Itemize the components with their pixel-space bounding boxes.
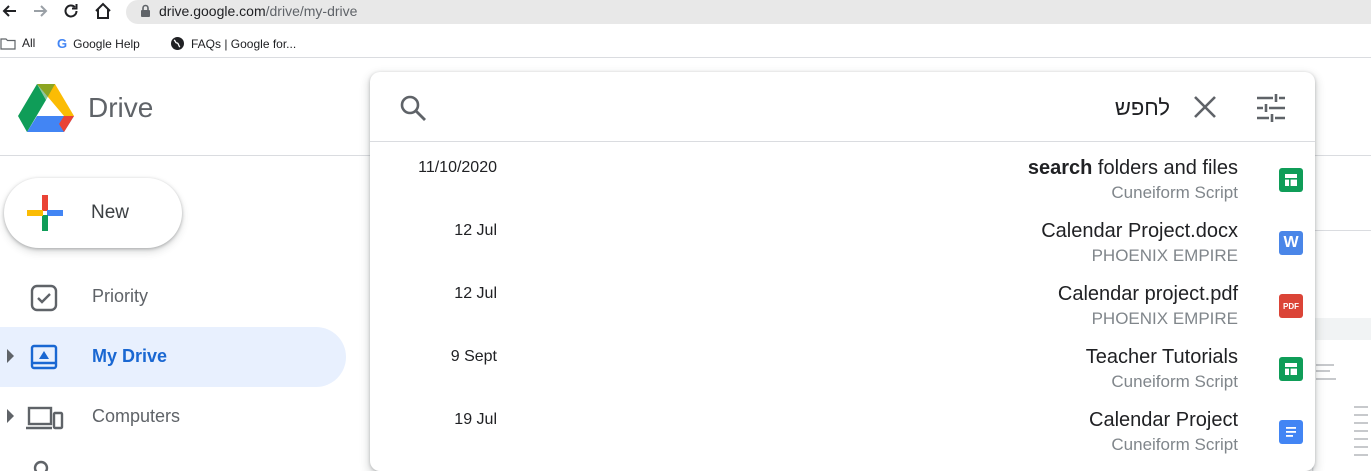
result-title: Calendar Project bbox=[1089, 409, 1238, 432]
search-result-row[interactable]: 12 Jul Calendar Project.docx PHOENIX EMP… bbox=[370, 210, 1315, 273]
home-icon[interactable] bbox=[93, 1, 113, 21]
url-text[interactable]: drive.google.com/drive/my-drive bbox=[159, 3, 357, 19]
bookmark-label: FAQs | Google for... bbox=[191, 36, 297, 51]
result-title: Calendar Project.docx bbox=[1041, 220, 1238, 243]
computers-icon bbox=[26, 403, 64, 438]
google-sheets-icon bbox=[1279, 357, 1303, 381]
pdf-icon: PDF bbox=[1279, 294, 1303, 318]
result-date: 12 Jul bbox=[454, 222, 497, 239]
search-options-icon[interactable] bbox=[1256, 94, 1286, 127]
sidebar-item-my-drive[interactable]: My Drive bbox=[0, 327, 346, 387]
result-location: PHOENIX EMPIRE bbox=[1091, 246, 1238, 265]
result-title: Calendar project.pdf bbox=[1058, 283, 1238, 306]
result-title-rest: Calendar Project.docx bbox=[1041, 220, 1238, 242]
result-location: PHOENIX EMPIRE bbox=[1091, 309, 1238, 328]
new-button[interactable]: New bbox=[4, 178, 182, 248]
result-title-rest: Teacher Tutorials bbox=[1085, 346, 1238, 368]
forward-arrow-icon[interactable] bbox=[30, 1, 50, 21]
result-title-rest: Calendar project.pdf bbox=[1057, 283, 1238, 305]
result-title: Teacher Tutorials bbox=[1086, 346, 1238, 369]
new-button-label: New bbox=[91, 202, 130, 223]
file-thumbnail-preview bbox=[1314, 340, 1371, 471]
google-sheets-icon bbox=[1279, 168, 1303, 192]
bookmarks-bar: All G Google Help FAQs | Google for... bbox=[0, 30, 1371, 58]
search-result-row[interactable]: 19 Jul Calendar Project Cuneiform Script bbox=[370, 399, 1315, 462]
result-title-rest: folders and files bbox=[1092, 157, 1238, 179]
expand-caret-icon[interactable] bbox=[7, 409, 14, 423]
search-result-row[interactable]: 11/10/2020 search folders and files Cune… bbox=[370, 147, 1315, 210]
lock-icon bbox=[140, 4, 151, 23]
search-result-row[interactable]: 12 Jul Calendar project.pdf PHOENIX EMPI… bbox=[370, 273, 1315, 336]
content-divider bbox=[1310, 155, 1371, 156]
search-result-row[interactable]: 9 Sept Teacher Tutorials Cuneiform Scrip… bbox=[370, 336, 1315, 399]
google-docs-icon bbox=[1279, 420, 1303, 444]
header-divider bbox=[0, 155, 370, 156]
folder-icon bbox=[0, 37, 16, 50]
bookmark-label: Google Help bbox=[73, 36, 140, 51]
search-bar bbox=[370, 72, 1315, 142]
result-date: 19 Jul bbox=[454, 411, 497, 428]
my-drive-icon bbox=[29, 343, 59, 378]
result-title-rest: Calendar Project bbox=[1089, 409, 1238, 431]
google-g-icon: G bbox=[57, 36, 68, 51]
sidebar-item-priority[interactable]: Priority bbox=[0, 267, 346, 327]
result-date: 12 Jul bbox=[454, 285, 497, 302]
app-name: Drive bbox=[88, 92, 154, 123]
sidebar-item-label: Priority bbox=[92, 286, 149, 306]
search-input[interactable] bbox=[970, 92, 1170, 124]
priority-icon bbox=[29, 283, 59, 318]
search-dropdown: 11/10/2020 search folders and files Cune… bbox=[370, 72, 1315, 471]
close-icon[interactable] bbox=[1193, 95, 1217, 124]
result-title-match: search bbox=[1027, 157, 1093, 179]
bookmark-all[interactable]: All bbox=[0, 36, 35, 50]
bookmark-faqs[interactable]: FAQs | Google for... bbox=[170, 36, 296, 51]
result-location: Cuneiform Script bbox=[1111, 435, 1238, 454]
browser-toolbar: drive.google.com/drive/my-drive bbox=[0, 0, 1371, 25]
expand-caret-icon[interactable] bbox=[7, 349, 14, 363]
url-path: /drive/my-drive bbox=[265, 3, 358, 19]
result-title: search folders and files bbox=[1028, 157, 1238, 180]
shared-icon bbox=[30, 460, 60, 471]
sidebar-item-label: Computers bbox=[92, 406, 181, 426]
bookmark-label: All bbox=[22, 36, 36, 50]
search-icon[interactable] bbox=[399, 94, 427, 127]
sidebar-item-computers[interactable]: Computers bbox=[0, 387, 346, 447]
result-location: Cuneiform Script bbox=[1111, 183, 1238, 202]
url-host: drive.google.com bbox=[159, 3, 266, 19]
plus-icon bbox=[27, 195, 63, 236]
result-date: 11/10/2020 bbox=[418, 159, 497, 176]
reload-icon[interactable] bbox=[61, 1, 81, 21]
bookmark-google-help[interactable]: G Google Help bbox=[57, 36, 140, 51]
content-divider bbox=[1310, 230, 1371, 231]
back-arrow-icon[interactable] bbox=[0, 1, 20, 21]
sidebar-item-label: My Drive bbox=[92, 346, 168, 366]
globe-icon bbox=[171, 37, 184, 50]
word-doc-icon: W bbox=[1279, 231, 1303, 255]
result-location: Cuneiform Script bbox=[1111, 372, 1238, 391]
result-date: 9 Sept bbox=[450, 348, 497, 365]
drive-logo-icon[interactable] bbox=[18, 84, 74, 137]
